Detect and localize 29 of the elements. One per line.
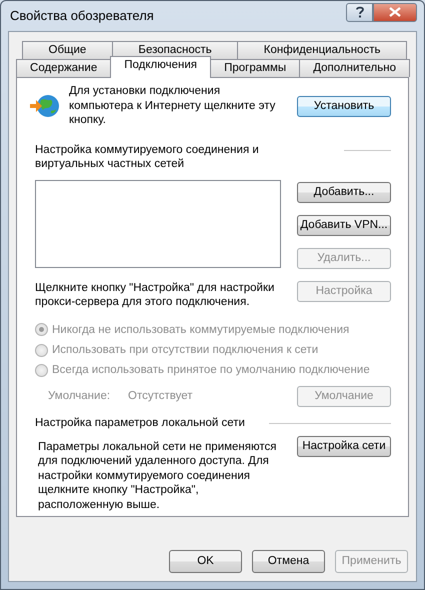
add-vpn-button[interactable]: Добавить VPN... [297,214,391,236]
help-icon [356,6,364,18]
section-heading: Настройка коммутируемого соединения и виртуальных частных сетей [35,143,260,172]
add-button[interactable]: Добавить... [297,182,391,203]
default-label: Умолчание: [48,388,112,404]
tab[interactable]: Дополнительно [299,59,410,77]
section-heading: Настройка параметров локальной сети [35,416,245,430]
setup-button[interactable]: Установить [297,96,391,116]
radio-label: Всегда использовать принятое по умолчанию подключение [52,363,370,378]
help-button[interactable] [346,2,373,22]
tab[interactable]: Общие [22,41,113,59]
tab[interactable]: Содержание [16,59,112,77]
close-button[interactable] [373,2,417,22]
lan-note: Параметры локальной сети не применяются для подключений удаленного доступа. Для настройки коммутируемого соединения щелкните кнопку "Настройка", расположенную выше. [37,440,278,512]
tab[interactable]: Программы [210,59,300,77]
radio-label: Использовать при отсутствии подключения к сети [52,342,318,358]
lan-settings-button[interactable]: Настройка сети [297,436,391,457]
ok-button[interactable]: OK [169,550,242,573]
globe-icon [29,93,61,119]
setup-instruction: Для установки подключения компьютера к Интернету щелкните эту кнопку. [69,84,276,128]
tab[interactable]: Конфиденциальность [237,41,407,59]
tab[interactable]: Подключения [110,56,212,78]
close-icon [389,7,401,17]
default-value: Отсутствует [128,388,194,404]
cancel-button[interactable]: Отмена [252,550,325,573]
radio-label: Никогда не использовать коммутируемые подключения [52,322,350,337]
proxy-instruction: Щелкните кнопку "Настройка" для настройки прокси-сервера для этого подключения. [35,280,275,310]
window-title: Свойства обозревателя [9,8,155,24]
connection-list[interactable] [35,180,281,268]
